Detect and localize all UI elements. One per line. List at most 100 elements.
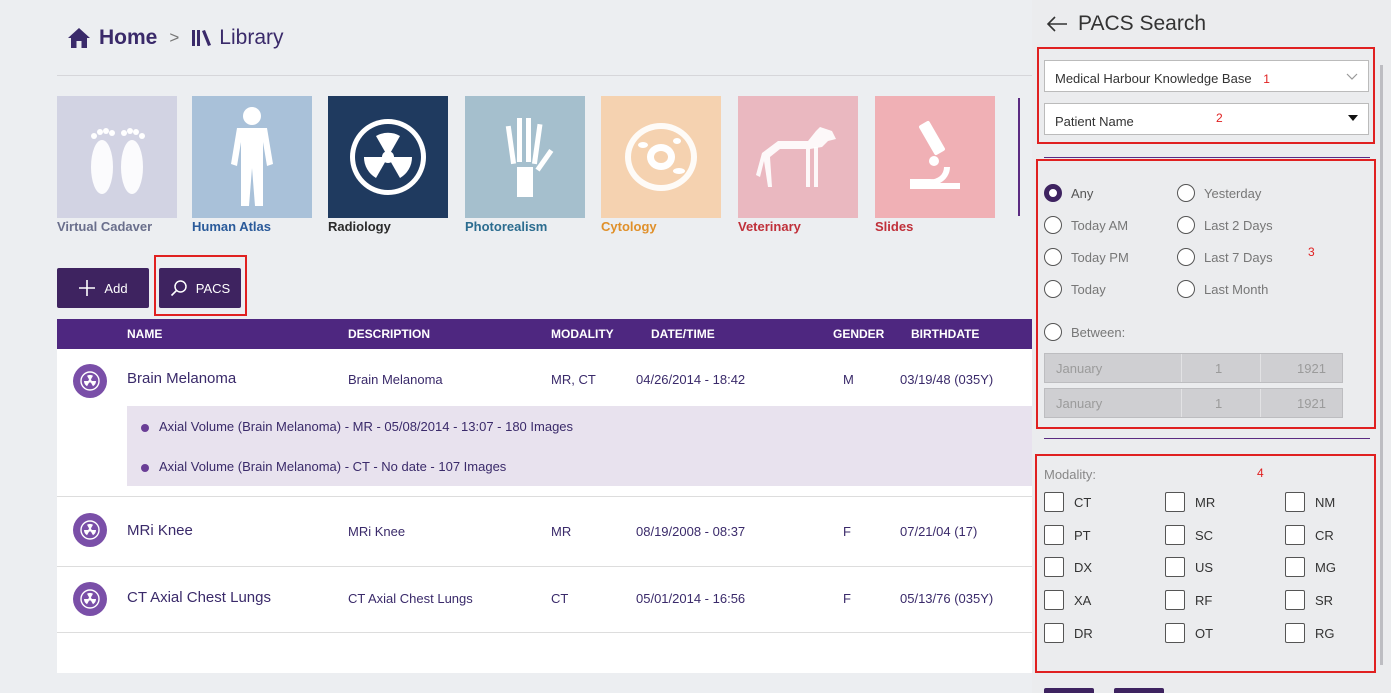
checkbox-ot[interactable]: OT (1165, 623, 1213, 643)
add-button[interactable]: Add (57, 268, 149, 308)
radio-circle (1044, 323, 1062, 341)
column-header-datetime[interactable]: DATE/TIME (651, 327, 715, 341)
feet-icon (57, 96, 177, 218)
checkbox-mg[interactable]: MG (1285, 557, 1336, 577)
tile-virtual-cadaver[interactable]: Virtual Cadaver (57, 96, 177, 234)
search-field-select[interactable]: Patient Name 2 (1044, 103, 1369, 135)
checkbox-sr[interactable]: SR (1285, 590, 1333, 610)
radiation-icon (73, 582, 107, 616)
radio-between[interactable]: Between: (1044, 323, 1125, 341)
radio-circle (1044, 184, 1062, 202)
tile-cytology[interactable]: Cytology (601, 96, 721, 234)
checkbox-rf[interactable]: RF (1165, 590, 1212, 610)
checkbox-ct[interactable]: CT (1044, 492, 1091, 512)
table-row[interactable]: Brain Melanoma Brain Melanoma MR, CT 04/… (57, 349, 1032, 497)
bullet-icon (141, 423, 149, 432)
tile-slides[interactable]: Slides (875, 96, 995, 234)
checkbox-nm[interactable]: NM (1285, 492, 1335, 512)
plus-icon (79, 280, 96, 296)
row-modality: CT (551, 591, 569, 606)
column-header-modality[interactable]: MODALITY (551, 327, 614, 341)
radio-label: Today (1071, 281, 1106, 297)
checkbox-box (1044, 492, 1064, 512)
tile-veterinary[interactable]: Veterinary (738, 96, 858, 234)
checkbox-box (1165, 590, 1185, 610)
checkbox-label: SC (1195, 527, 1214, 543)
clear-button[interactable] (1114, 688, 1164, 693)
radio-last-2-days[interactable]: Last 2 Days (1177, 216, 1273, 234)
checkbox-rg[interactable]: RG (1285, 623, 1335, 643)
checkbox-label: DX (1074, 559, 1093, 575)
search-field-value: Patient Name (1055, 114, 1134, 129)
checkbox-label: SR (1315, 592, 1334, 608)
radio-last-7-days[interactable]: Last 7 Days (1177, 248, 1273, 266)
panel-scrollbar[interactable] (1380, 65, 1383, 665)
column-header-birthdate[interactable]: BIRTHDATE (911, 327, 979, 341)
table-row[interactable]: CT Axial Chest Lungs CT Axial Chest Lung… (57, 567, 1032, 633)
radio-today-am[interactable]: Today AM (1044, 216, 1128, 234)
column-header-description[interactable]: DESCRIPTION (348, 327, 430, 341)
checkbox-label: CT (1074, 494, 1092, 510)
breadcrumb-separator: > (169, 28, 180, 47)
breadcrumb-library: Library (219, 26, 284, 49)
date-divider (1260, 389, 1261, 417)
radio-label: Any (1071, 185, 1094, 201)
column-header-gender[interactable]: GENDER (833, 327, 884, 341)
radio-last-month[interactable]: Last Month (1177, 280, 1268, 298)
column-header-name[interactable]: NAME (127, 327, 162, 341)
series-label: Axial Volume (Brain Melanoma) - CT - No … (159, 459, 507, 474)
checkbox-pt[interactable]: PT (1044, 525, 1091, 545)
search-button[interactable] (1044, 688, 1094, 693)
between-from-date[interactable]: January 1 1921 (1044, 353, 1343, 383)
table-empty-area (57, 633, 1032, 673)
radio-label: Yesterday (1204, 185, 1262, 201)
checkbox-sc[interactable]: SC (1165, 525, 1213, 545)
radio-today[interactable]: Today (1044, 280, 1106, 298)
checkbox-xa[interactable]: XA (1044, 590, 1091, 610)
checkbox-cr[interactable]: CR (1285, 525, 1334, 545)
source-select-value: Medical Harbour Knowledge Base (1055, 71, 1252, 86)
radiation-icon (73, 513, 107, 547)
chevron-down-icon (1346, 73, 1358, 80)
home-icon[interactable] (67, 27, 91, 49)
series-item[interactable]: Axial Volume (Brain Melanoma) - CT - No … (141, 459, 506, 474)
back-arrow-icon[interactable] (1046, 15, 1068, 33)
from-year: 1921 (1297, 361, 1326, 376)
radio-label: Last 2 Days (1204, 217, 1273, 233)
table-row[interactable]: MRi Knee MRi Knee MR 08/19/2008 - 08:37 … (57, 497, 1032, 567)
row-birthdate: 03/19/48 (035Y) (900, 372, 994, 387)
radio-any[interactable]: Any (1044, 184, 1093, 202)
checkbox-box (1044, 525, 1064, 545)
checkbox-box (1165, 623, 1185, 643)
row-birthdate: 07/21/04 (17) (900, 524, 978, 539)
to-day: 1 (1215, 396, 1223, 411)
highlight-pacs (154, 255, 247, 316)
row-description: CT Axial Chest Lungs (348, 591, 473, 606)
tile-human-atlas[interactable]: Human Atlas (192, 96, 312, 234)
source-select[interactable]: Medical Harbour Knowledge Base 1 (1044, 60, 1369, 92)
series-item[interactable]: Axial Volume (Brain Melanoma) - MR - 05/… (141, 419, 573, 434)
checkbox-mr[interactable]: MR (1165, 492, 1215, 512)
between-to-date[interactable]: January 1 1921 (1044, 388, 1343, 418)
checkbox-box (1165, 492, 1185, 512)
section-divider (1044, 157, 1370, 158)
breadcrumb: Home > Library (57, 0, 1032, 76)
microscope-icon (875, 96, 995, 218)
radio-today-pm[interactable]: Today PM (1044, 248, 1129, 266)
pacs-search-panel: PACS Search Medical Harbour Knowledge Ba… (1032, 0, 1391, 693)
radio-yesterday[interactable]: Yesterday (1177, 184, 1261, 202)
row-gender: F (843, 524, 851, 539)
tile-label: Cytology (601, 219, 657, 234)
annotation-marker: 4 (1257, 466, 1264, 480)
checkbox-dr[interactable]: DR (1044, 623, 1093, 643)
tile-radiology[interactable]: Radiology (328, 96, 448, 234)
row-name: Brain Melanoma (127, 370, 237, 387)
checkbox-box (1285, 525, 1305, 545)
checkbox-dx[interactable]: DX (1044, 557, 1092, 577)
tile-photorealism[interactable]: Photorealism (465, 96, 585, 234)
panel-title: PACS Search (1078, 12, 1206, 35)
checkbox-label: OT (1195, 625, 1214, 641)
checkbox-box (1285, 557, 1305, 577)
breadcrumb-home[interactable]: Home (99, 26, 157, 50)
checkbox-us[interactable]: US (1165, 557, 1213, 577)
